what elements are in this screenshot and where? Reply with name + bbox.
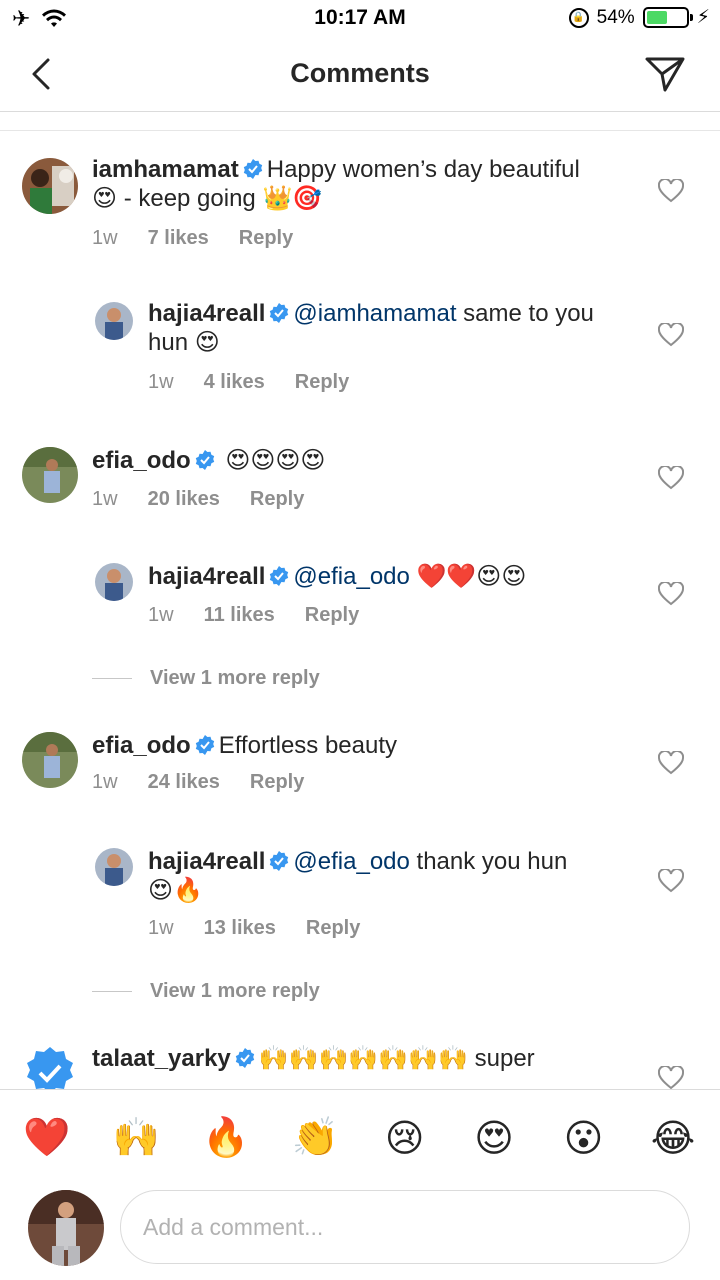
charging-icon: ⚡	[696, 7, 710, 28]
comment-text-cont: 😍 - keep going 👑🎯	[92, 185, 323, 212]
likes-count[interactable]: 20 likes	[148, 488, 220, 511]
my-avatar	[28, 1190, 104, 1266]
comment-username[interactable]: hajia4reall	[148, 300, 265, 327]
reply-button[interactable]: Reply	[305, 604, 359, 627]
comment-username[interactable]: talaat_yarky	[92, 1045, 231, 1072]
emoji-heart-eyes-button[interactable]: 😍	[469, 1116, 519, 1160]
quick-emoji-bar: ❤️ 🙌 🔥 👏 😢 😍 😮 😂	[0, 1089, 720, 1185]
page-title: Comments	[290, 58, 430, 88]
emoji-heart-button[interactable]: ❤️	[22, 1115, 72, 1160]
likes-count[interactable]: 11 likes	[204, 604, 275, 627]
avatar[interactable]	[95, 848, 133, 886]
verified-badge-icon	[270, 566, 289, 586]
comment-composer	[0, 1186, 720, 1280]
reply-button[interactable]: Reply	[250, 488, 304, 511]
verified-badge-icon	[235, 1048, 254, 1068]
reply-button[interactable]: Reply	[306, 917, 360, 940]
comment-time: 1w	[92, 771, 118, 793]
comment-time: 1w	[148, 604, 174, 626]
verified-badge-icon	[195, 450, 214, 470]
comment-time: 1w	[148, 917, 174, 939]
view-more-replies[interactable]: View 1 more reply	[92, 667, 320, 690]
emoji-raised-hands-button[interactable]: 🙌	[111, 1115, 161, 1160]
likes-count[interactable]: 7 likes	[148, 227, 209, 250]
like-heart-icon[interactable]	[658, 323, 684, 347]
verified-badge-icon	[243, 159, 262, 179]
emoji-clap-button[interactable]: 👏	[290, 1115, 340, 1160]
comment-username[interactable]: iamhamamat	[92, 156, 239, 183]
likes-count[interactable]: 24 likes	[148, 771, 220, 794]
view-more-replies[interactable]: View 1 more reply	[92, 980, 320, 1003]
like-heart-icon[interactable]	[658, 582, 684, 606]
like-heart-icon[interactable]	[658, 179, 684, 203]
nav-bar: Comments	[0, 36, 720, 112]
comment-time: 1w	[148, 371, 174, 393]
like-heart-icon[interactable]	[658, 751, 684, 775]
likes-count[interactable]: 13 likes	[204, 917, 276, 940]
reply-button[interactable]: Reply	[239, 227, 293, 250]
comment-text: Effortless beauty	[218, 732, 398, 759]
comment-text: ❤️❤️😍😍	[409, 563, 527, 590]
emoji-laughing-button[interactable]: 😂	[648, 1116, 698, 1160]
comment-username[interactable]: hajia4reall	[148, 563, 265, 590]
mention-link[interactable]: @efia_odo	[293, 848, 409, 875]
battery-percent: 54%	[596, 6, 635, 28]
comment-username[interactable]: efia_odo	[92, 732, 191, 759]
comment-text: 🙌🙌🙌🙌🙌🙌🙌 super	[258, 1045, 535, 1072]
reply-button[interactable]: Reply	[250, 771, 304, 794]
comment-text-cont: 😍🔥	[148, 877, 203, 904]
comment-username[interactable]: efia_odo	[92, 447, 191, 474]
status-bar: ✈ 10:17 AM 🔒 54% ⚡	[0, 0, 720, 36]
emoji-crying-button[interactable]: 😢	[380, 1116, 430, 1160]
avatar[interactable]	[95, 302, 133, 340]
verified-badge-icon	[270, 851, 289, 871]
avatar[interactable]	[95, 563, 133, 601]
like-heart-icon[interactable]	[658, 1066, 684, 1089]
like-heart-icon[interactable]	[658, 466, 684, 490]
battery-icon	[642, 7, 693, 28]
comment-time: 1w	[92, 488, 118, 510]
avatar[interactable]	[22, 732, 78, 788]
comment-text: 😍😍😍😍	[225, 447, 326, 474]
like-heart-icon[interactable]	[658, 869, 684, 893]
comments-list[interactable]: iamhamamat Happy women’s day beautiful 😍 …	[0, 131, 720, 1089]
comment-text: same to you	[456, 300, 594, 327]
avatar[interactable]	[22, 1045, 78, 1089]
emoji-surprised-button[interactable]: 😮	[559, 1116, 609, 1160]
comment-username[interactable]: hajia4reall	[148, 848, 265, 875]
mention-link[interactable]: @efia_odo	[293, 563, 409, 590]
avatar[interactable]	[22, 447, 78, 503]
comment-text: Happy women’s day beautiful	[266, 156, 580, 183]
mention-link[interactable]: @iamhamamat	[293, 300, 456, 327]
direct-message-icon[interactable]	[644, 54, 686, 94]
verified-badge-icon	[270, 303, 289, 323]
reply-button[interactable]: Reply	[295, 371, 349, 394]
emoji-fire-button[interactable]: 🔥	[201, 1115, 251, 1160]
comment-input[interactable]	[120, 1190, 690, 1264]
comment-text-cont: hun 😍	[148, 329, 220, 356]
comment-time: 1w	[92, 227, 118, 249]
likes-count[interactable]: 4 likes	[204, 371, 265, 394]
verified-badge-icon	[195, 735, 214, 755]
avatar[interactable]	[22, 158, 78, 214]
rotation-lock-icon: 🔒	[568, 7, 589, 28]
comment-text: thank you hun	[409, 848, 568, 875]
